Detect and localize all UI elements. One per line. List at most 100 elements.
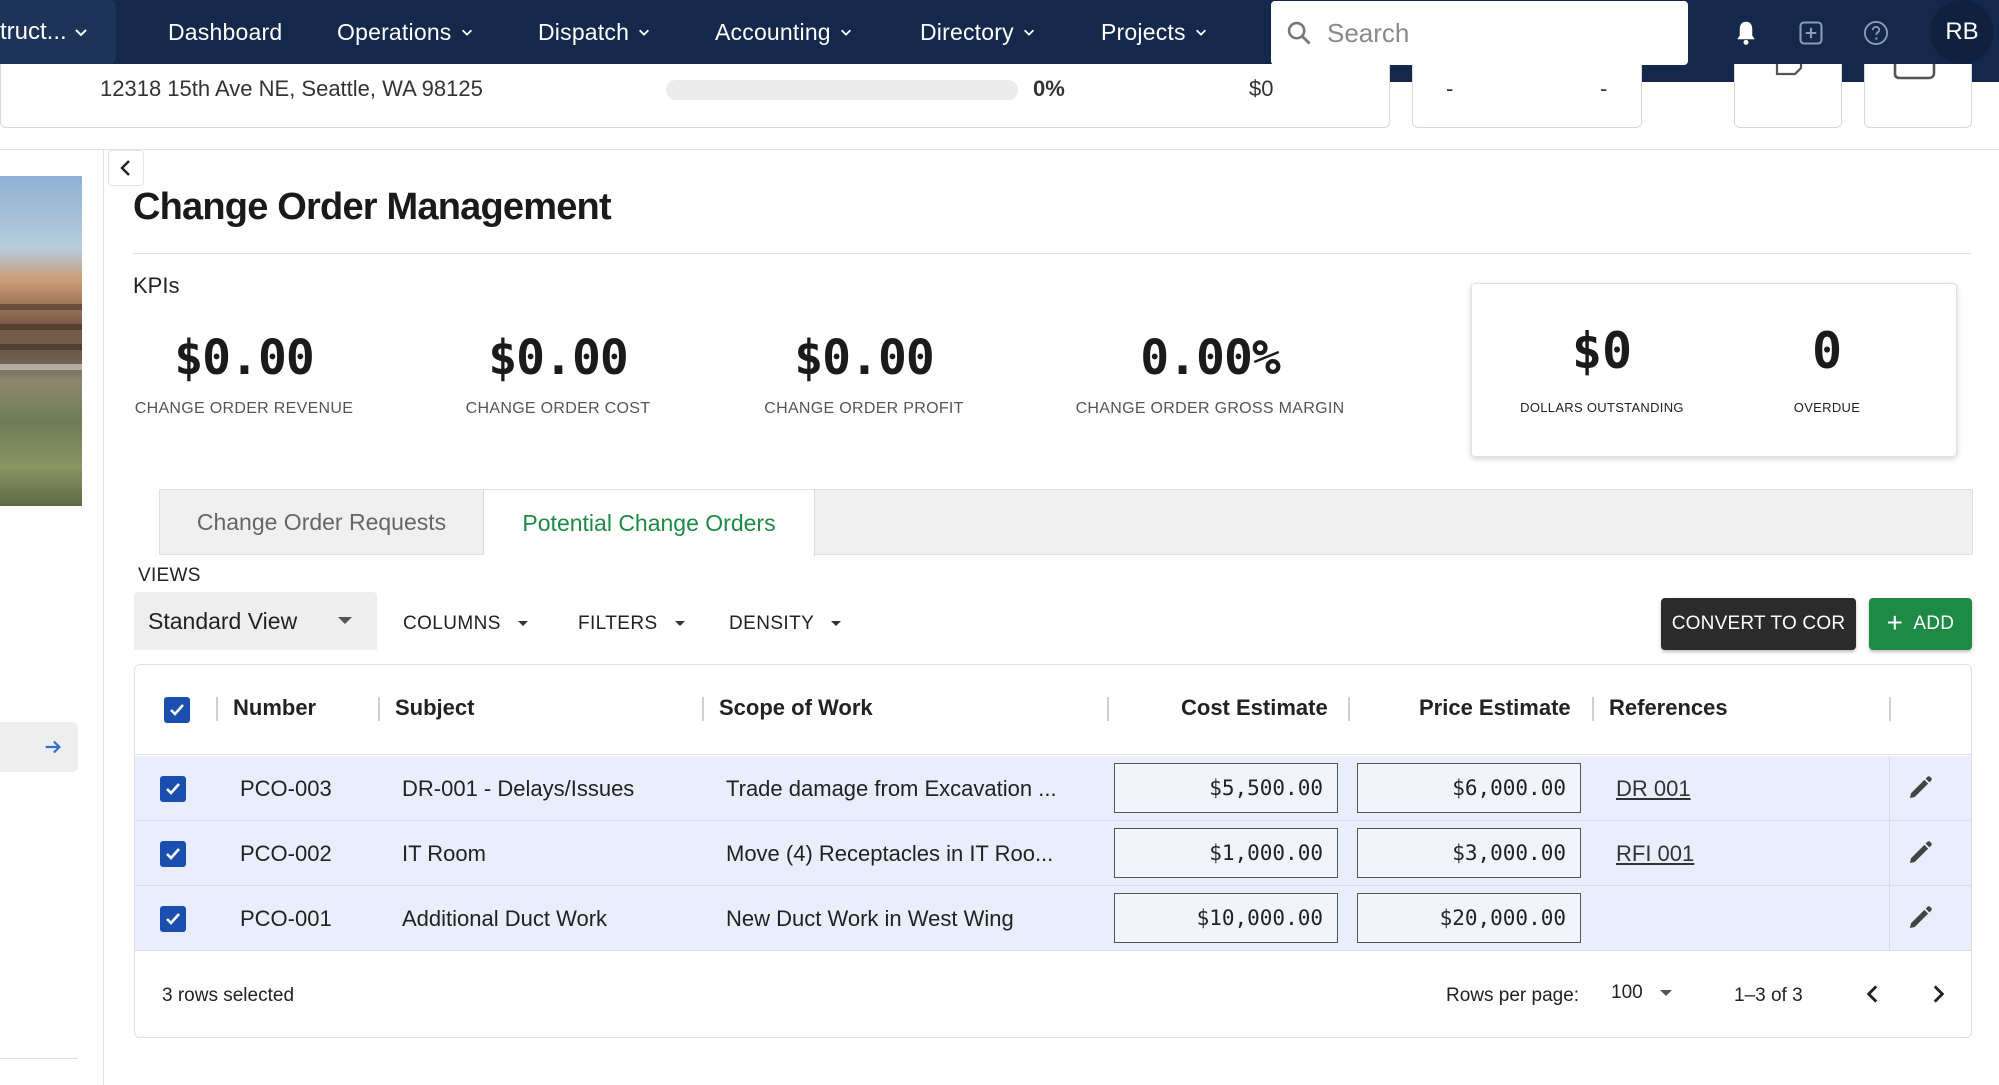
kpi-label: CHANGE ORDER COST (465, 400, 651, 417)
row-checkbox[interactable] (160, 776, 186, 802)
row-number: PCO-002 (240, 841, 332, 866)
add-button[interactable]: + ADD (1869, 598, 1972, 650)
column-separator[interactable] (1348, 697, 1350, 721)
company-name: truct... (0, 18, 67, 45)
column-header-cost-estimate[interactable]: Cost Estimate (1181, 695, 1328, 721)
project-address: 12318 15th Ave NE, Seattle, WA 98125 (100, 76, 483, 101)
add-square-icon[interactable] (1795, 17, 1827, 49)
photo-detail (0, 324, 82, 330)
column-separator[interactable] (1889, 697, 1891, 721)
pencil-edit-icon[interactable] (1905, 773, 1935, 803)
table-footer: 3 rows selected Rows per page: 100 1–3 o… (135, 951, 1971, 1037)
search-box[interactable] (1271, 1, 1688, 65)
reference-link[interactable]: RFI 001 (1616, 841, 1694, 867)
view-select[interactable]: Standard View (134, 592, 377, 650)
row-checkbox[interactable] (160, 906, 186, 932)
table-row[interactable]: PCO-001 Additional Duct Work New Duct Wo… (135, 886, 1971, 951)
help-icon[interactable] (1860, 17, 1892, 49)
view-select-value: Standard View (148, 607, 298, 634)
nav-projects-label: Projects (1101, 18, 1186, 45)
kpi-label: CHANGE ORDER REVENUE (134, 400, 354, 417)
row-subject: IT Room (402, 841, 486, 866)
price-estimate-input[interactable]: $20,000.00 (1357, 893, 1581, 943)
outstanding-summary-card: $0 DOLLARS OUTSTANDING 0 OVERDUE (1471, 283, 1957, 457)
nav-dispatch[interactable]: Dispatch (538, 0, 651, 64)
cost-estimate-input[interactable]: $10,000.00 (1114, 893, 1338, 943)
nav-projects[interactable]: Projects (1101, 0, 1208, 64)
search-input[interactable] (1327, 17, 1667, 49)
column-header-number[interactable]: Number (233, 695, 316, 721)
nav-dashboard-label: Dashboard (168, 18, 283, 45)
collapse-panel-button[interactable] (108, 150, 144, 186)
caret-down-icon (674, 621, 685, 626)
change-orders-table: Number Subject Scope of Work Cost Estima… (134, 664, 1972, 1038)
column-header-scope-of-work[interactable]: Scope of Work (719, 695, 873, 721)
rail-navigate-button[interactable] (0, 722, 78, 772)
table-row[interactable]: PCO-002 IT Room Move (4) Receptacles in … (135, 821, 1971, 886)
row-scope: New Duct Work in West Wing (726, 906, 1014, 931)
row-subject: DR-001 - Delays/Issues (402, 776, 635, 801)
nav-operations[interactable]: Operations (337, 0, 474, 64)
column-separator[interactable] (702, 697, 704, 721)
nav-directory[interactable]: Directory (920, 0, 1036, 64)
tab-bar: Change Order Requests Potential Change O… (159, 489, 1973, 556)
density-button[interactable]: DENSITY (729, 607, 842, 641)
notifications-bell-icon[interactable] (1730, 17, 1762, 49)
next-page-icon[interactable] (1925, 981, 1951, 1007)
reference-link[interactable]: DR 001 (1616, 776, 1691, 802)
price-estimate-input[interactable]: $3,000.00 (1357, 828, 1581, 878)
price-estimate-input[interactable]: $6,000.00 (1357, 763, 1581, 813)
tab-change-order-requests[interactable]: Change Order Requests (160, 490, 484, 554)
filters-button[interactable]: FILTERS (578, 607, 686, 641)
pencil-edit-icon[interactable] (1905, 903, 1935, 933)
cost-estimate-input[interactable]: $1,000.00 (1114, 828, 1338, 878)
row-number: PCO-001 (240, 906, 332, 931)
nav-accounting[interactable]: Accounting (715, 0, 853, 64)
company-switcher[interactable]: truct... (0, 0, 116, 64)
user-avatar[interactable]: RB (1930, 0, 1994, 64)
column-separator[interactable] (216, 697, 218, 721)
previous-page-icon[interactable] (1860, 981, 1886, 1007)
checkmark-icon (170, 704, 184, 716)
strip-action-button-1[interactable] (1734, 64, 1842, 128)
overdue-count: 0 OVERDUE (1747, 322, 1907, 415)
column-separator[interactable] (1107, 697, 1109, 721)
columns-label: COLUMNS (403, 613, 501, 634)
column-header-price-estimate[interactable]: Price Estimate (1419, 695, 1571, 721)
pencil-edit-icon[interactable] (1905, 838, 1935, 868)
column-separator[interactable] (1592, 697, 1594, 721)
column-header-subject[interactable]: Subject (395, 695, 474, 721)
title-divider (133, 253, 1971, 254)
kpi-value: $0.00 (794, 330, 935, 386)
tab-potential-change-orders[interactable]: Potential Change Orders (484, 490, 815, 556)
checkmark-icon (166, 783, 180, 795)
kpi-change-order-cost: $0.00 CHANGE ORDER COST (448, 330, 668, 418)
photo-detail (0, 344, 82, 350)
row-scope: Move (4) Receptacles in IT Roo... (726, 841, 1054, 866)
page-title: Change Order Management (133, 186, 612, 228)
row-checkbox[interactable] (160, 841, 186, 867)
column-separator[interactable] (378, 697, 380, 721)
project-photo (0, 176, 82, 506)
search-icon (1287, 21, 1311, 45)
column-header-references[interactable]: References (1609, 695, 1728, 721)
progress-percent: 0% (1033, 76, 1065, 101)
nav-dashboard[interactable]: Dashboard (168, 0, 282, 64)
chevron-down-icon (1195, 29, 1206, 36)
rows-per-page-select[interactable]: 100 (1611, 982, 1673, 1004)
convert-to-cor-button[interactable]: CONVERT TO COR (1661, 598, 1856, 650)
select-all-checkbox[interactable] (164, 697, 190, 723)
caret-down-icon (1659, 990, 1672, 996)
strip-action-button-2[interactable] (1864, 64, 1972, 128)
kpi-value: 0.00% (1140, 330, 1281, 386)
chevron-down-icon (461, 29, 472, 36)
arrow-right-icon (45, 740, 61, 754)
caret-down-icon (517, 621, 528, 626)
table-row[interactable]: PCO-003 DR-001 - Delays/Issues Trade dam… (135, 756, 1971, 821)
rail-divider (0, 1058, 78, 1059)
columns-button[interactable]: COLUMNS (403, 607, 529, 641)
actions-column-divider (1889, 756, 1890, 951)
cost-estimate-input[interactable]: $5,500.00 (1114, 763, 1338, 813)
filters-label: FILTERS (578, 613, 658, 634)
project-progress-bar (666, 80, 1018, 100)
